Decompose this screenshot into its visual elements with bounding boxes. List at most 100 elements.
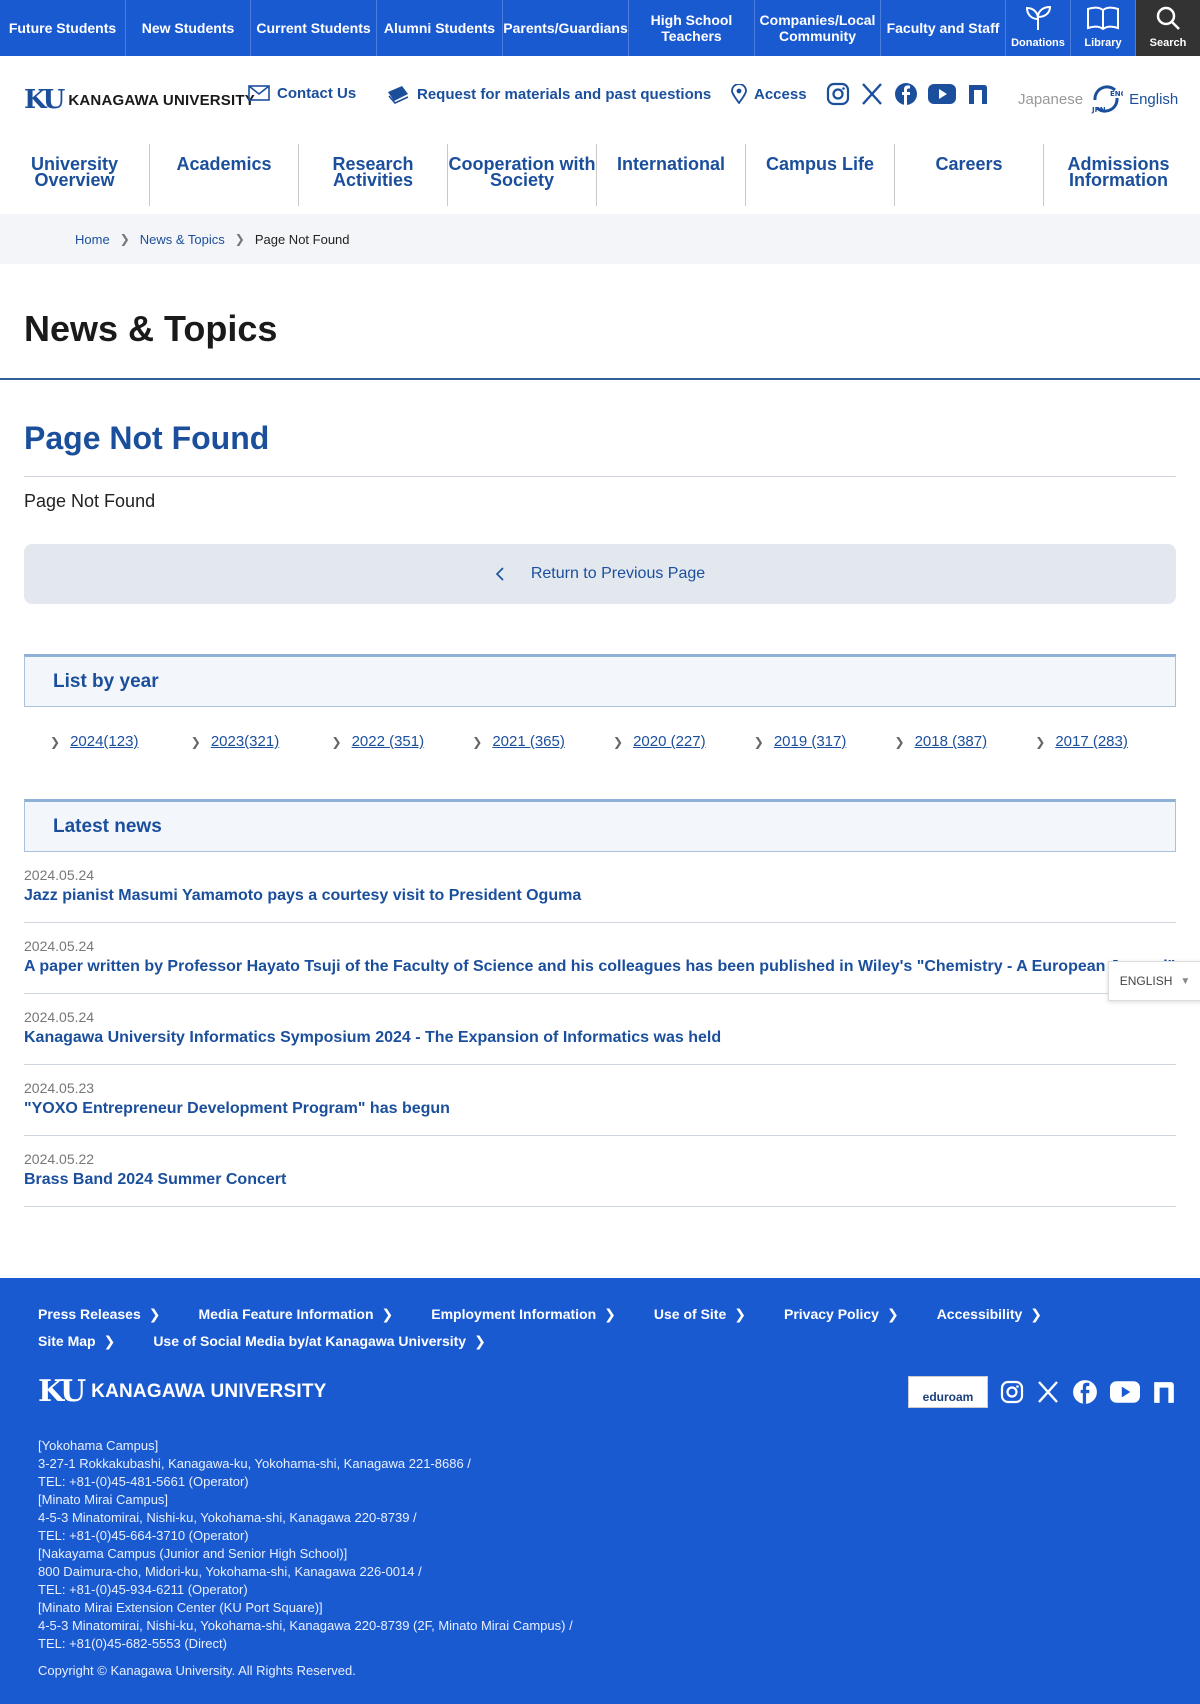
x-twitter-icon[interactable] [1036, 1380, 1060, 1404]
main-content: Page Not Found Page Not Found Return to … [0, 380, 1200, 1207]
year-link-2024[interactable]: ❯ 2024(123) [50, 733, 191, 799]
year-label: 2020 (227) [633, 733, 706, 750]
year-link-2023[interactable]: ❯ 2023(321) [191, 733, 332, 799]
news-title[interactable]: Jazz pianist Masumi Yamamoto pays a cour… [24, 887, 1176, 905]
audience-companies-community[interactable]: Companies/Local Community [755, 0, 881, 56]
address-line: TEL: +81-(0)45-481-5661 (Operator) [38, 1474, 249, 1489]
access-link[interactable]: Access [731, 84, 807, 104]
footer-link-employment[interactable]: Employment Information ❯ [431, 1306, 616, 1323]
nav-campus-life[interactable]: Campus Life [745, 144, 895, 206]
news-title[interactable]: "YOXO Entrepreneur Development Program" … [24, 1100, 1176, 1118]
news-item[interactable]: 2024.05.24 Jazz pianist Masumi Yamamoto … [24, 852, 1176, 923]
nav-admissions-information[interactable]: Admissions Information [1043, 144, 1193, 206]
materials-link[interactable]: Request for materials and past questions [386, 84, 711, 104]
access-label: Access [754, 85, 807, 103]
audience-parents-guardians[interactable]: Parents/Guardians [503, 0, 629, 56]
eduroam-badge[interactable]: eduroam [908, 1376, 988, 1408]
news-item[interactable]: 2024.05.23 "YOXO Entrepreneur Developmen… [24, 1065, 1176, 1136]
year-link-2017[interactable]: ❯ 2017 (283) [1035, 733, 1176, 799]
instagram-icon[interactable] [1000, 1380, 1024, 1404]
news-item[interactable]: 2024.05.22 Brass Band 2024 Summer Concer… [24, 1136, 1176, 1207]
news-title[interactable]: A paper written by Professor Hayato Tsuj… [24, 958, 1176, 976]
book-request-icon [388, 86, 409, 104]
lang-english[interactable]: English [1129, 91, 1178, 108]
footer-link-social-media[interactable]: Use of Social Media by/at Kanagawa Unive… [153, 1333, 486, 1350]
facebook-icon[interactable] [1072, 1379, 1098, 1405]
latest-news-heading: Latest news [24, 799, 1176, 852]
instagram-icon[interactable] [826, 82, 850, 106]
header-social-links [826, 82, 990, 106]
footer-link-site-map[interactable]: Site Map ❯ [38, 1333, 115, 1350]
audience-faculty-staff[interactable]: Faculty and Staff [881, 0, 1006, 56]
chevron-right-icon: ❯ [474, 1333, 486, 1349]
footer-logo-name: KANAGAWA UNIVERSITY [91, 1380, 327, 1402]
return-label: Return to Previous Page [530, 565, 706, 582]
nav-cooperation-society[interactable]: Cooperation with Society [447, 144, 597, 206]
plant-icon [1025, 5, 1052, 30]
language-selector-label: ENGLISH [1119, 974, 1173, 988]
contact-label: Contact Us [277, 84, 357, 102]
main-navigation: University Overview Academics Research A… [0, 144, 1200, 214]
breadcrumb-home[interactable]: Home [75, 232, 110, 247]
year-label: 2018 (387) [914, 733, 988, 750]
chevron-right-icon: ❯ [119, 232, 130, 246]
not-found-text: Page Not Found [24, 491, 156, 511]
year-link-2020[interactable]: ❯ 2020 (227) [613, 733, 754, 799]
lang-japanese[interactable]: Japanese [1018, 91, 1083, 108]
audience-current-students[interactable]: Current Students [251, 0, 377, 56]
audience-future-students[interactable]: Future Students [0, 0, 126, 56]
chevron-right-icon: ❯ [234, 232, 245, 246]
donations-button[interactable]: Donations [1006, 0, 1071, 56]
breadcrumb-news[interactable]: News & Topics [140, 232, 225, 247]
year-link-2021[interactable]: ❯ 2021 (365) [472, 733, 613, 799]
x-twitter-icon[interactable] [860, 82, 884, 106]
news-item[interactable]: 2024.05.24 Kanagawa University Informati… [24, 994, 1176, 1065]
chevron-right-icon: ❯ [1030, 1306, 1043, 1322]
logo-name: KANAGAWA UNIVERSITY [68, 91, 255, 109]
address-line: TEL: +81-(0)45-664-3710 (Operator) [38, 1528, 249, 1543]
nav-careers[interactable]: Careers [894, 144, 1044, 206]
news-item[interactable]: 2024.05.24 A paper written by Professor … [24, 923, 1176, 994]
footer-social-links: eduroam [908, 1376, 1176, 1408]
audience-alumni-students[interactable]: Alumni Students [377, 0, 503, 56]
youtube-icon[interactable] [928, 82, 956, 106]
campus-addresses: [Yokohama Campus] 3-27-1 Rokkakubashi, K… [38, 1437, 1162, 1653]
chevron-right-icon: ❯ [103, 1333, 116, 1349]
footer-link-label: Media Feature Information [198, 1306, 374, 1322]
address-line: TEL: +81(0)45-682-5553 (Direct) [38, 1636, 227, 1651]
year-link-2022[interactable]: ❯ 2022 (351) [332, 733, 473, 799]
year-link-2019[interactable]: ❯ 2019 (317) [754, 733, 895, 799]
youtube-icon[interactable] [1110, 1381, 1140, 1403]
search-icon [1156, 6, 1180, 30]
nav-university-overview[interactable]: University Overview [0, 144, 150, 206]
footer-link-label: Privacy Policy [784, 1306, 879, 1322]
footer-link-label: Accessibility [936, 1306, 1023, 1322]
language-selector[interactable]: ENGLISH ▼ [1108, 961, 1200, 1001]
footer-link-accessibility[interactable]: Accessibility ❯ [937, 1306, 1042, 1323]
logo-mark: KU [24, 85, 65, 115]
note-icon[interactable] [966, 82, 990, 106]
news-title[interactable]: Brass Band 2024 Summer Concert [24, 1171, 1176, 1189]
note-icon[interactable] [1152, 1380, 1176, 1404]
news-date: 2024.05.24 [24, 1009, 95, 1025]
nav-research-activities[interactable]: Research Activities [298, 144, 448, 206]
audience-high-school-teachers[interactable]: High School Teachers [629, 0, 755, 56]
news-date: 2024.05.22 [24, 1151, 95, 1167]
return-previous-button[interactable]: Return to Previous Page [24, 544, 1176, 604]
library-button[interactable]: Library [1071, 0, 1136, 56]
page-title: News & Topics [24, 308, 278, 349]
footer-link-media-feature[interactable]: Media Feature Information ❯ [199, 1306, 394, 1323]
page-heading: News & Topics [0, 264, 1200, 380]
search-button[interactable]: Search [1136, 0, 1200, 56]
contact-link[interactable]: Contact Us [248, 84, 356, 102]
nav-academics[interactable]: Academics [149, 144, 299, 206]
facebook-icon[interactable] [894, 82, 918, 106]
news-title[interactable]: Kanagawa University Informatics Symposiu… [24, 1029, 1176, 1047]
footer-link-press-releases[interactable]: Press Releases ❯ [38, 1306, 161, 1323]
site-logo[interactable]: KU KANAGAWA UNIVERSITY [24, 85, 255, 115]
nav-international[interactable]: International [596, 144, 746, 206]
footer-link-use-of-site[interactable]: Use of Site ❯ [654, 1306, 746, 1323]
audience-new-students[interactable]: New Students [126, 0, 251, 56]
footer-link-privacy-policy[interactable]: Privacy Policy ❯ [784, 1306, 899, 1323]
year-link-2018[interactable]: ❯ 2018 (387) [895, 733, 1036, 799]
